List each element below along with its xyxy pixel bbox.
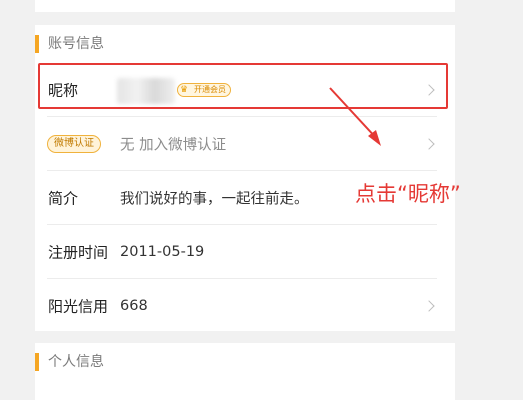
credit-label: 阳光信用	[48, 297, 109, 316]
section-accent-bar	[35, 35, 39, 53]
chevron-right-icon	[423, 300, 435, 312]
personal-info-card: 个人信息	[35, 343, 455, 400]
personal-info-header: 个人信息	[35, 343, 455, 381]
weibo-verify-badge: 微博认证	[47, 135, 101, 153]
intro-label: 简介	[48, 189, 79, 208]
register-time-value: 2011-05-19	[120, 244, 205, 260]
section-title: 账号信息	[48, 36, 104, 52]
previous-section-card	[35, 0, 455, 12]
chevron-right-icon	[423, 138, 435, 150]
credit-value: 668	[120, 298, 148, 314]
nickname-highlight-box	[38, 63, 448, 109]
click-annotation: 点击“昵称”	[355, 182, 461, 206]
intro-value: 我们说好的事，一起往前走。	[120, 191, 309, 208]
register-time-label: 注册时间	[48, 243, 109, 262]
weibo-verify-row[interactable]: 微博认证 无 加入微博认证	[35, 117, 455, 171]
weibo-verify-value: 无 加入微博认证	[120, 137, 227, 154]
credit-row[interactable]: 阳光信用 668	[35, 279, 455, 333]
section-accent-bar	[35, 353, 39, 371]
section-title: 个人信息	[48, 354, 104, 370]
register-time-row: 注册时间 2011-05-19	[35, 225, 455, 279]
account-info-header: 账号信息	[35, 25, 455, 63]
